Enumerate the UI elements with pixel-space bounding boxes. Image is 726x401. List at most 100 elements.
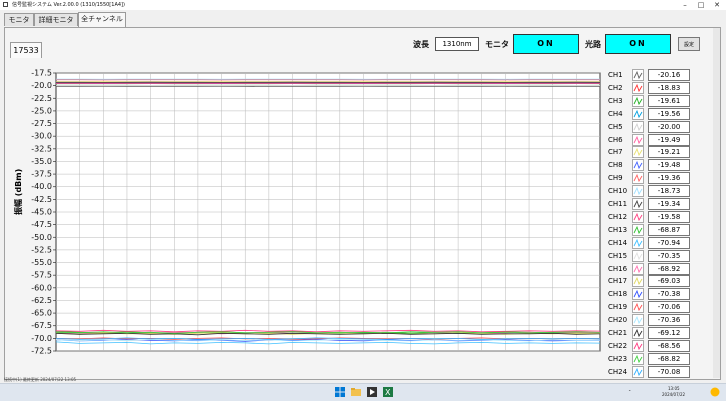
settings-button[interactable]: 設定 [678,37,700,51]
vertical-scrollbar[interactable] [713,28,720,378]
file-explorer-icon[interactable] [351,387,361,397]
channel-waveform-icon[interactable] [632,353,644,365]
minimize-button[interactable]: – [678,0,692,10]
channel-waveform-icon[interactable] [632,198,644,210]
channel-name: CH4 [608,108,632,120]
panel-id-tab: 17533 [10,42,42,58]
channel-name: CH10 [608,185,632,197]
channel-value: -19.49 [648,134,690,146]
channel-name: CH15 [608,250,632,262]
channel-waveform-icon[interactable] [632,95,644,107]
channel-value: -70.35 [648,250,690,262]
channel-waveform-icon[interactable] [632,224,644,236]
channel-value: -68.56 [648,340,690,352]
channel-name: CH14 [608,237,632,249]
waveform-glyph [634,124,642,130]
wavelength-value: 1310nm [435,37,479,51]
channel-value: -68.82 [648,353,690,365]
channel-waveform-icon[interactable] [632,340,644,352]
channel-name: CH19 [608,301,632,313]
channel-value: -68.87 [648,224,690,236]
channel-value: -19.56 [648,108,690,120]
channel-value: -19.21 [648,146,690,158]
clock-time[interactable]: 13:05 [668,386,680,391]
channel-name: CH22 [608,340,632,352]
waveform-glyph [634,201,642,207]
path-label: 光路 [585,39,601,51]
channel-waveform-icon[interactable] [632,69,644,81]
channel-value: -18.73 [648,185,690,197]
waveform-glyph [634,317,642,323]
waveform-glyph [634,330,642,336]
waveform-glyph [634,188,642,194]
monitor-label: モニタ [485,39,509,51]
channel-name: CH18 [608,288,632,300]
channel-value: -19.61 [648,95,690,107]
tray-chevron-icon[interactable]: ⌃ [628,389,631,394]
channel-waveform-icon[interactable] [632,366,644,378]
channel-waveform-icon[interactable] [632,288,644,300]
taskbar: X ⌃ 13:05 2024/07/22 [0,383,726,401]
waveform-glyph [634,356,642,362]
channel-name: CH9 [608,172,632,184]
svg-text:X: X [385,388,391,397]
channel-value: -70.08 [648,366,690,378]
clock-date[interactable]: 2024/07/22 [662,392,685,397]
channel-value: -19.48 [648,159,690,171]
channel-waveform-icon[interactable] [632,275,644,287]
channel-waveform-icon[interactable] [632,327,644,339]
windows-start-icon[interactable] [335,387,345,397]
channel-value: -19.58 [648,211,690,223]
channel-value: -70.94 [648,237,690,249]
channel-name: CH12 [608,211,632,223]
channel-waveform-icon[interactable] [632,121,644,133]
channel-name: CH13 [608,224,632,236]
channel-value: -70.38 [648,288,690,300]
channel-name: CH6 [608,134,632,146]
waveform-glyph [634,111,642,117]
channel-waveform-icon[interactable] [632,185,644,197]
channel-value: -19.34 [648,198,690,210]
tab-all-channels[interactable]: 全チャンネル [78,12,126,27]
channel-waveform-icon[interactable] [632,172,644,184]
channel-waveform-icon[interactable] [632,108,644,120]
waveform-glyph [634,343,642,349]
waveform-glyph [634,85,642,91]
waveform-glyph [634,72,642,78]
notification-icon[interactable] [710,387,720,397]
waveform-glyph [634,253,642,259]
channel-value: -68.92 [648,263,690,275]
channel-name: CH1 [608,69,632,81]
channel-waveform-icon[interactable] [632,211,644,223]
channel-value: -70.06 [648,301,690,313]
channel-value: -70.36 [648,314,690,326]
maximize-button[interactable]: □ [694,0,708,10]
channel-name: CH23 [608,353,632,365]
channel-name: CH17 [608,275,632,287]
channel-waveform-icon[interactable] [632,237,644,249]
waveform-glyph [634,304,642,310]
app-icon [3,2,8,7]
channel-waveform-icon[interactable] [632,250,644,262]
channel-waveform-icon[interactable] [632,301,644,313]
waveform-glyph [634,291,642,297]
channel-name: CH21 [608,327,632,339]
channel-waveform-icon[interactable] [632,263,644,275]
channel-waveform-icon[interactable] [632,314,644,326]
channel-name: CH3 [608,95,632,107]
waveform-glyph [634,149,642,155]
channel-name: CH5 [608,121,632,133]
close-button[interactable]: ✕ [710,0,724,10]
monitor-app-icon[interactable] [367,387,377,397]
channel-waveform-icon[interactable] [632,159,644,171]
channel-waveform-icon[interactable] [632,134,644,146]
waveform-glyph [634,369,642,375]
waveform-glyph [634,162,642,168]
tab-monitor[interactable]: モニタ [4,13,34,26]
channel-waveform-icon[interactable] [632,82,644,94]
excel-icon[interactable]: X [383,387,393,397]
waveform-glyph [634,227,642,233]
y-axis-label: 振幅 (dBm) [13,169,24,215]
channel-waveform-icon[interactable] [632,146,644,158]
tab-detail-monitor[interactable]: 詳細モニタ [34,13,78,26]
